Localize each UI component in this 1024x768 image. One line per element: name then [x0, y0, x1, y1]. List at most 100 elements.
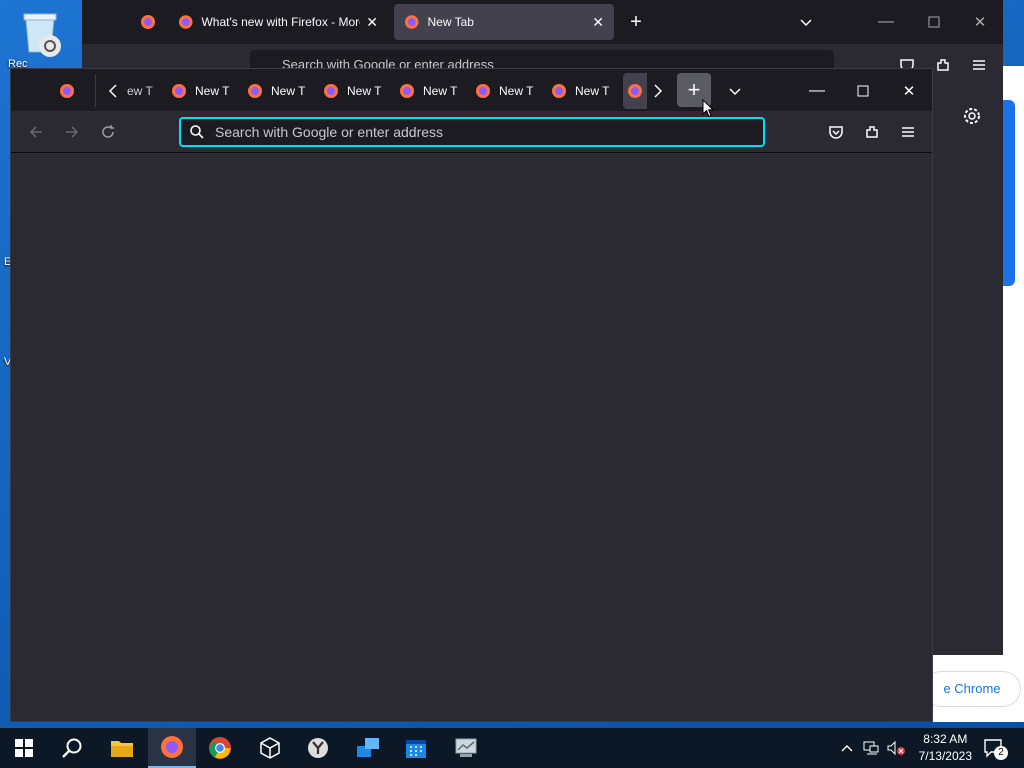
tab-label: New Tab — [427, 15, 474, 29]
firefox-icon — [552, 84, 566, 98]
firefox-icon — [628, 84, 642, 98]
tab-new-tab-active[interactable] — [623, 73, 647, 109]
hamburger-icon — [973, 60, 985, 70]
tab-strip: ew T New T New T New T New T New T New T + — … — [11, 69, 932, 111]
clock-app-icon — [308, 738, 328, 758]
taskbar: 8:32 AM 7/13/2023 2 — [0, 728, 1024, 768]
search-icon — [62, 738, 82, 758]
network-button[interactable] — [860, 736, 882, 760]
cube-icon — [260, 737, 280, 759]
start-button[interactable] — [0, 728, 48, 768]
chrome-icon — [209, 737, 231, 759]
calendar-button[interactable] — [392, 728, 440, 768]
firefox-icon — [141, 15, 155, 29]
reload-icon — [102, 125, 114, 138]
cube-app-button[interactable] — [246, 728, 294, 768]
close-window-button[interactable]: ✕ — [895, 77, 923, 105]
tab-label: New T — [423, 84, 458, 98]
chrome-taskbar-button[interactable] — [196, 728, 244, 768]
firefox-icon — [400, 84, 414, 98]
tab-new-tab[interactable]: New T — [247, 73, 319, 109]
tab-firefox-view[interactable] — [130, 4, 166, 40]
firefox-icon — [178, 15, 193, 29]
clock-time: 8:32 AM — [923, 732, 968, 746]
close-window-button[interactable]: ✕ — [966, 8, 994, 36]
puzzle-icon — [866, 126, 878, 138]
extensions-button[interactable] — [861, 121, 883, 143]
address-input[interactable] — [215, 124, 735, 140]
calendar-icon — [406, 740, 426, 758]
tab-strip: What's new with Firefox - More ✕ New Tab… — [82, 0, 1003, 44]
app-chat-button[interactable] — [344, 728, 392, 768]
windows-logo-icon — [15, 739, 33, 757]
tab-new-tab[interactable]: New T — [323, 73, 395, 109]
gear-icon[interactable] — [962, 106, 982, 126]
clock-date: 7/13/2023 — [918, 749, 972, 763]
clock[interactable]: 8:32 AM 7/13/2023 — [919, 731, 972, 765]
forward-button[interactable] — [59, 119, 85, 145]
tab-label: What's new with Firefox - More — [201, 15, 361, 29]
speaker-muted-icon — [887, 740, 905, 756]
puzzle-icon — [937, 59, 949, 71]
tab-new-tab[interactable]: New T — [171, 73, 243, 109]
tab-firefox-view[interactable] — [59, 73, 83, 109]
monitor-app-button[interactable] — [442, 728, 490, 768]
new-tab-button[interactable]: + — [622, 8, 650, 36]
firefox-icon — [248, 84, 262, 98]
volume-button[interactable] — [884, 736, 908, 760]
reload-button[interactable] — [95, 119, 121, 145]
search-icon — [190, 125, 204, 139]
maximize-button[interactable] — [920, 8, 948, 36]
show-hidden-icons-button[interactable] — [838, 736, 856, 760]
app-y-button[interactable] — [294, 728, 342, 768]
mouse-cursor-icon — [702, 99, 714, 118]
tab-new-tab[interactable]: New T — [475, 73, 547, 109]
minimize-button[interactable]: — — [803, 77, 831, 105]
close-tab-icon[interactable]: ✕ — [366, 14, 378, 31]
list-tabs-button[interactable] — [792, 8, 820, 36]
maximize-button[interactable] — [849, 77, 877, 105]
menu-button[interactable] — [897, 121, 919, 143]
arrow-left-icon — [29, 126, 42, 138]
firefox-icon — [324, 84, 338, 98]
list-tabs-button[interactable] — [721, 77, 749, 105]
firefox-icon — [60, 84, 74, 98]
scroll-tabs-left-button[interactable] — [101, 77, 125, 105]
tab-new-tab[interactable]: New Tab ✕ — [394, 4, 614, 40]
chrome-accent — [1003, 100, 1015, 286]
extensions-button[interactable] — [932, 54, 954, 76]
notification-badge: 2 — [994, 746, 1008, 760]
back-button[interactable] — [23, 119, 49, 145]
firefox-icon — [161, 736, 183, 758]
minimize-button[interactable]: — — [872, 8, 900, 36]
tab-label: New T — [499, 84, 534, 98]
tab-new-tab[interactable]: New T — [399, 73, 471, 109]
address-bar[interactable] — [179, 117, 765, 147]
chevron-left-icon — [108, 84, 117, 98]
menu-button[interactable] — [968, 54, 990, 76]
scroll-tabs-right-button[interactable] — [647, 77, 669, 105]
monitor-icon — [455, 738, 477, 757]
action-center-button[interactable]: 2 — [980, 734, 1008, 762]
pocket-button[interactable] — [825, 121, 847, 143]
network-icon — [863, 741, 879, 755]
page-content — [11, 153, 932, 721]
firefox-window-front: ew T New T New T New T New T New T New T + — … — [10, 68, 933, 722]
file-explorer-button[interactable] — [98, 728, 146, 768]
chat-icon — [357, 738, 379, 757]
hamburger-icon — [902, 127, 914, 137]
maximize-icon — [857, 85, 869, 97]
tab-label: New T — [271, 84, 306, 98]
close-tab-icon[interactable]: ✕ — [592, 14, 604, 31]
tab-whats-new[interactable]: What's new with Firefox - More ✕ — [168, 4, 388, 40]
tab-label: ew T — [127, 84, 153, 98]
firefox-icon — [172, 84, 186, 98]
tab-label: New T — [575, 84, 610, 98]
search-button[interactable] — [48, 728, 96, 768]
chrome-desktop-icon[interactable] — [38, 34, 62, 58]
firefox-taskbar-button[interactable] — [148, 728, 196, 768]
firefox-icon — [404, 15, 419, 29]
tab-new-tab[interactable]: ew T — [127, 73, 163, 109]
chrome-button[interactable]: e Chrome — [924, 672, 1020, 706]
tab-new-tab[interactable]: New T — [551, 73, 623, 109]
